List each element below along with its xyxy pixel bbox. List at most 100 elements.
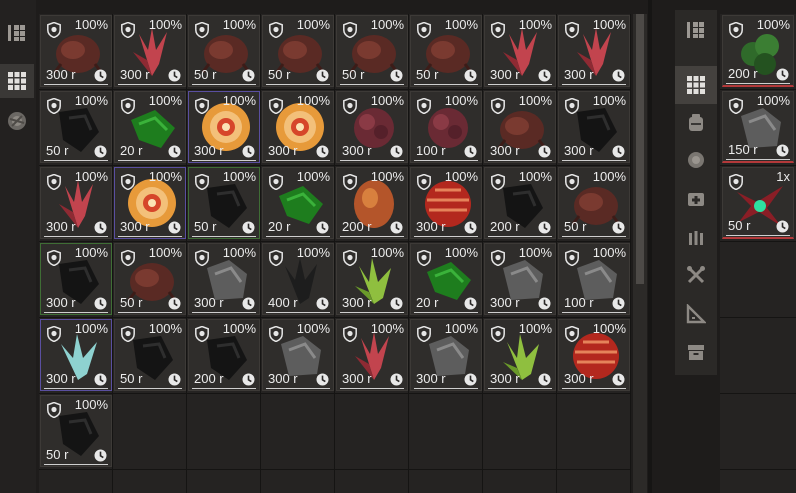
artifact-slot[interactable]: 100% 300 r	[114, 167, 186, 239]
price-label: 200 r	[728, 66, 758, 81]
artifact-slot[interactable]: 100% 300 r	[262, 91, 334, 163]
artifact-slot[interactable]: 100% 300 r	[410, 167, 482, 239]
medkit-tab[interactable]	[675, 180, 717, 218]
slot-underline	[192, 160, 256, 161]
clock-icon	[390, 373, 403, 386]
artifact-slot[interactable]: 100% 300 r	[558, 319, 630, 391]
shield-icon	[343, 326, 357, 342]
durability-label: 100%	[148, 321, 182, 336]
artifact-slot[interactable]: 100% 300 r	[188, 243, 260, 315]
artifact-slot[interactable]: 1x 50 r	[722, 167, 794, 239]
ruler-tab[interactable]	[675, 295, 717, 333]
shield-icon	[491, 22, 505, 38]
artifact-slot[interactable]: 100% 300 r	[40, 15, 112, 87]
slot-underline	[488, 236, 552, 237]
medkit-icon	[688, 193, 704, 206]
grid-row-divider	[39, 317, 631, 318]
artifact-slot[interactable]: 100% 300 r	[558, 91, 630, 163]
artifact-slot[interactable]: 100% 20 r	[114, 91, 186, 163]
artifact-slot[interactable]: 100% 300 r	[336, 91, 408, 163]
artifact-slot[interactable]: 100% 100 r	[410, 91, 482, 163]
sort-tab[interactable]	[675, 12, 717, 50]
durability-label: 100%	[74, 397, 108, 412]
slot-underline	[340, 84, 404, 85]
artifact-slot[interactable]: 100% 200 r	[484, 167, 556, 239]
storage-box-icon	[688, 345, 704, 360]
shield-icon	[565, 174, 579, 190]
artifact-slot[interactable]: 100% 300 r	[40, 243, 112, 315]
grid-row-divider	[39, 89, 631, 90]
grid-tab[interactable]	[675, 66, 717, 104]
shield-icon	[491, 250, 505, 266]
artifact-slot[interactable]: 100% 300 r	[410, 319, 482, 391]
durability-label: 100%	[444, 245, 478, 260]
durability-label: 100%	[444, 93, 478, 108]
artifact-slot[interactable]: 100% 50 r	[188, 15, 260, 87]
price-label: 200 r	[342, 219, 372, 234]
slot-underline	[414, 160, 478, 161]
artifact-slot[interactable]: 100% 300 r	[558, 15, 630, 87]
artifact-slot[interactable]: 100% 300 r	[484, 243, 556, 315]
slot-underline	[44, 312, 108, 313]
artifact-slot[interactable]: 100% 300 r	[484, 91, 556, 163]
price-label: 300 r	[268, 371, 298, 386]
stash-scrollbar[interactable]	[633, 14, 647, 493]
shield-icon	[729, 174, 743, 190]
artifact-slot[interactable]: 100% 50 r	[114, 243, 186, 315]
clock-icon	[390, 297, 403, 310]
ammo-tab[interactable]	[675, 218, 717, 256]
slot-underline	[726, 83, 790, 84]
slot-underline	[488, 84, 552, 85]
durability-label: 100%	[74, 93, 108, 108]
artifact-slot[interactable]: 100% 300 r	[114, 15, 186, 87]
slot-underline	[118, 160, 182, 161]
artifact-slot[interactable]: 100% 300 r	[188, 91, 260, 163]
grid-column-divider	[630, 14, 631, 493]
shield-icon	[565, 22, 579, 38]
artifact-slot[interactable]: 100% 50 r	[410, 15, 482, 87]
grid-icon[interactable]	[0, 64, 34, 98]
scrollbar-thumb[interactable]	[636, 14, 644, 284]
shield-icon	[491, 98, 505, 114]
artifact-slot[interactable]: 100% 300 r	[336, 243, 408, 315]
artifact-slot[interactable]: 100% 300 r	[40, 167, 112, 239]
artifact-slot[interactable]: 100% 50 r	[558, 167, 630, 239]
artifact-slot[interactable]: 100% 300 r	[262, 319, 334, 391]
artifact-slot[interactable]: 100% 300 r	[484, 15, 556, 87]
artifact-tab[interactable]	[675, 141, 717, 179]
artifact-slot[interactable]: 100% 50 r	[114, 319, 186, 391]
storage-box-tab[interactable]	[675, 333, 717, 371]
artifact-slot[interactable]: 100% 20 r	[410, 243, 482, 315]
shield-icon	[121, 250, 135, 266]
artifact-slot[interactable]: 100% 300 r	[40, 319, 112, 391]
backpack-tab[interactable]	[675, 104, 717, 142]
artifact-slot[interactable]: 100% 50 r	[336, 15, 408, 87]
artifact-slot[interactable]: 100% 50 r	[40, 395, 112, 467]
artifact-slot[interactable]: 100% 50 r	[40, 91, 112, 163]
price-label: 100 r	[416, 143, 446, 158]
artifact-slot[interactable]: 100% 50 r	[262, 15, 334, 87]
artifact-slot[interactable]: 100% 200 r	[722, 15, 794, 87]
durability-label: 100%	[148, 169, 182, 184]
grid-column-divider	[556, 14, 557, 493]
price-label: 50 r	[46, 143, 69, 158]
artifact-slot[interactable]: 100% 50 r	[188, 167, 260, 239]
tools-tab[interactable]	[675, 256, 717, 294]
durability-label: 100%	[74, 245, 108, 260]
slot-underline	[562, 84, 626, 85]
artifact-icon[interactable]	[0, 104, 34, 138]
shield-icon	[417, 174, 431, 190]
price-label: 300 r	[416, 371, 446, 386]
sort-icon[interactable]	[0, 16, 34, 50]
artifact-slot[interactable]: 100% 20 r	[262, 167, 334, 239]
artifact-slot[interactable]: 100% 400 r	[262, 243, 334, 315]
artifact-slot[interactable]: 100% 100 r	[558, 243, 630, 315]
durability-label: 100%	[370, 245, 404, 260]
artifact-slot[interactable]: 100% 300 r	[484, 319, 556, 391]
durability-label: 100%	[148, 17, 182, 32]
artifact-slot[interactable]: 100% 200 r	[188, 319, 260, 391]
artifact-slot[interactable]: 100% 200 r	[336, 167, 408, 239]
artifact-slot[interactable]: 100% 300 r	[336, 319, 408, 391]
artifact-slot[interactable]: 100% 150 r	[722, 91, 794, 163]
price-label: 300 r	[46, 295, 76, 310]
